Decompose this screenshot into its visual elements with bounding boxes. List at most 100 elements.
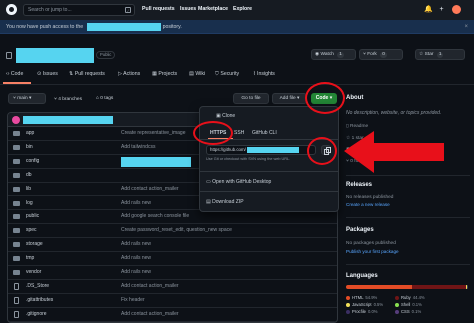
clone-title: ▣ Clone: [216, 113, 235, 119]
folder-icon: [13, 131, 20, 136]
file-name[interactable]: spec: [26, 224, 37, 238]
commit-message[interactable]: Add google search console file: [121, 210, 189, 224]
avatar[interactable]: [452, 5, 461, 14]
table-row[interactable]: storage Add rails new: [8, 238, 337, 253]
download-zip-label: Download ZIP: [212, 199, 244, 205]
table-row[interactable]: .gitattributes Fix header: [8, 294, 337, 308]
fork-button[interactable]: ⑂ Fork 0: [359, 49, 403, 60]
fork-label: Fork: [367, 52, 377, 57]
fork-count: 0: [380, 52, 387, 58]
language-dot-icon: [346, 309, 350, 314]
go-to-file-button[interactable]: Go to file: [233, 93, 269, 104]
issues-icon: ⊙: [37, 71, 42, 77]
language-item[interactable]: CSS 0.1%: [395, 309, 421, 314]
table-row[interactable]: vendor Add rails new: [8, 266, 337, 280]
add-file-label: Add file: [279, 96, 296, 101]
commit-message[interactable]: Add contact action_mailer: [121, 280, 179, 294]
language-item[interactable]: JavaScript 0.5%: [346, 302, 383, 307]
github-logo-icon[interactable]: [6, 4, 17, 15]
commit-message[interactable]: Add rails new: [121, 197, 151, 211]
desktop-icon: ▭: [206, 179, 211, 185]
plus-icon[interactable]: +: [437, 5, 446, 14]
tags-link[interactable]: ⌂ 0 tags: [96, 96, 113, 101]
publish-package-link[interactable]: Publish your first package: [346, 249, 399, 254]
packages-heading[interactable]: Packages: [346, 227, 374, 233]
watch-button[interactable]: ◉ Watch 1: [311, 49, 356, 60]
commit-message[interactable]: Create representative_image: [121, 127, 185, 141]
nav-pull-requests[interactable]: Pull requests: [142, 6, 175, 12]
file-name[interactable]: public: [26, 210, 39, 224]
tab-security-label: Security: [220, 71, 240, 77]
star-count: 1: [436, 52, 444, 58]
branch-icon: ⑂: [54, 97, 57, 102]
tab-actions[interactable]: ▷ Actions: [118, 71, 140, 77]
about-description: No description, website, or topics provi…: [346, 110, 442, 116]
download-zip-item[interactable]: ▤ Download ZIP: [206, 199, 244, 205]
table-row[interactable]: .DS_Store Add contact action_mailer: [8, 280, 337, 294]
file-name[interactable]: vendor: [26, 266, 41, 280]
star-button[interactable]: ☆ Star 1: [415, 49, 465, 60]
redacted-repo-title[interactable]: [16, 48, 94, 63]
language-item[interactable]: Procfile 0.0%: [346, 309, 378, 314]
file-name[interactable]: storage: [26, 238, 43, 252]
annotation-circle-copy: [307, 137, 337, 165]
language-percent: 0.5%: [373, 302, 384, 307]
bell-icon[interactable]: 🔔: [424, 5, 433, 14]
file-name[interactable]: config: [26, 155, 39, 169]
close-icon[interactable]: ×: [464, 20, 468, 34]
table-row[interactable]: .gitignore Add contact action_mailer: [8, 308, 337, 322]
nav-issues[interactable]: Issues: [180, 6, 196, 12]
commit-message[interactable]: Add rails new: [121, 252, 151, 266]
open-desktop-item[interactable]: ▭ Open with GitHub Desktop: [206, 179, 271, 185]
file-name[interactable]: log: [26, 197, 33, 211]
tab-security[interactable]: ⛉ Security: [215, 71, 239, 78]
file-name[interactable]: db: [26, 169, 32, 183]
search-input[interactable]: Search or jump to... /: [23, 4, 135, 16]
tab-wiki[interactable]: ▤ Wiki: [189, 71, 205, 77]
language-dot-icon: [346, 295, 350, 300]
tab-github-cli[interactable]: GitHub CLI: [252, 130, 277, 136]
language-dot-icon: [346, 302, 350, 307]
table-row[interactable]: spec Create password_reset_edit, question…: [8, 224, 337, 239]
file-name[interactable]: app: [26, 127, 34, 141]
table-row[interactable]: tmp Add rails new: [8, 252, 337, 266]
folder-icon: [13, 256, 20, 262]
file-name[interactable]: bin: [26, 141, 33, 155]
commit-avatar[interactable]: [12, 116, 20, 124]
add-file-button[interactable]: Add file ▾: [272, 93, 307, 104]
language-item[interactable]: Ruby 44.4%: [395, 295, 425, 300]
tab-projects[interactable]: ▦ Projects: [152, 71, 177, 77]
tab-code[interactable]: ‹› Code: [6, 71, 23, 77]
file-name[interactable]: .gitattributes: [26, 294, 53, 308]
tab-issues[interactable]: ⊙ Issues: [37, 71, 58, 77]
language-dot-icon: [395, 295, 399, 300]
language-percent: 0.1%: [411, 309, 422, 314]
nav-explore[interactable]: Explore: [233, 6, 252, 12]
file-name[interactable]: .gitignore: [26, 308, 47, 322]
file-name[interactable]: .DS_Store: [26, 280, 49, 294]
language-item[interactable]: HTML 54.9%: [346, 295, 377, 300]
branches-link[interactable]: ⑂ 4 branches: [54, 96, 82, 102]
commit-message[interactable]: Create password_reset_edit, question_new…: [121, 224, 232, 238]
branch-select[interactable]: ⑂ main ▾: [8, 93, 46, 104]
commit-message[interactable]: Fix header: [121, 294, 145, 308]
tab-insights[interactable]: ⌇ Insights: [253, 71, 275, 77]
commit-message[interactable]: Add rails new: [121, 266, 151, 280]
nav-marketplace[interactable]: Marketplace: [198, 6, 228, 12]
clone-url-field[interactable]: https://github.com/: [206, 145, 316, 155]
about-heading: About: [346, 95, 364, 101]
table-row[interactable]: public Add google search console file: [8, 210, 337, 225]
language-item[interactable]: Shell 0.1%: [395, 302, 422, 307]
file-name[interactable]: lib: [26, 183, 31, 197]
tab-pull-requests-label: Pull requests: [74, 71, 105, 77]
commit-message[interactable]: Add rails new: [121, 238, 151, 252]
commit-message[interactable]: Add tailwindcss: [121, 141, 155, 155]
visibility-badge: Public: [96, 51, 116, 59]
file-name[interactable]: tmp: [26, 252, 34, 266]
commit-message[interactable]: Add contact action_mailer: [121, 183, 179, 197]
tab-ssh[interactable]: SSH: [234, 130, 244, 136]
tags-count: 0 tags: [100, 96, 114, 101]
tab-pull-requests[interactable]: ⇅ Pull requests: [69, 71, 105, 77]
commit-message[interactable]: Add contact action_mailer: [121, 308, 179, 322]
create-release-link[interactable]: Create a new release: [346, 202, 390, 207]
